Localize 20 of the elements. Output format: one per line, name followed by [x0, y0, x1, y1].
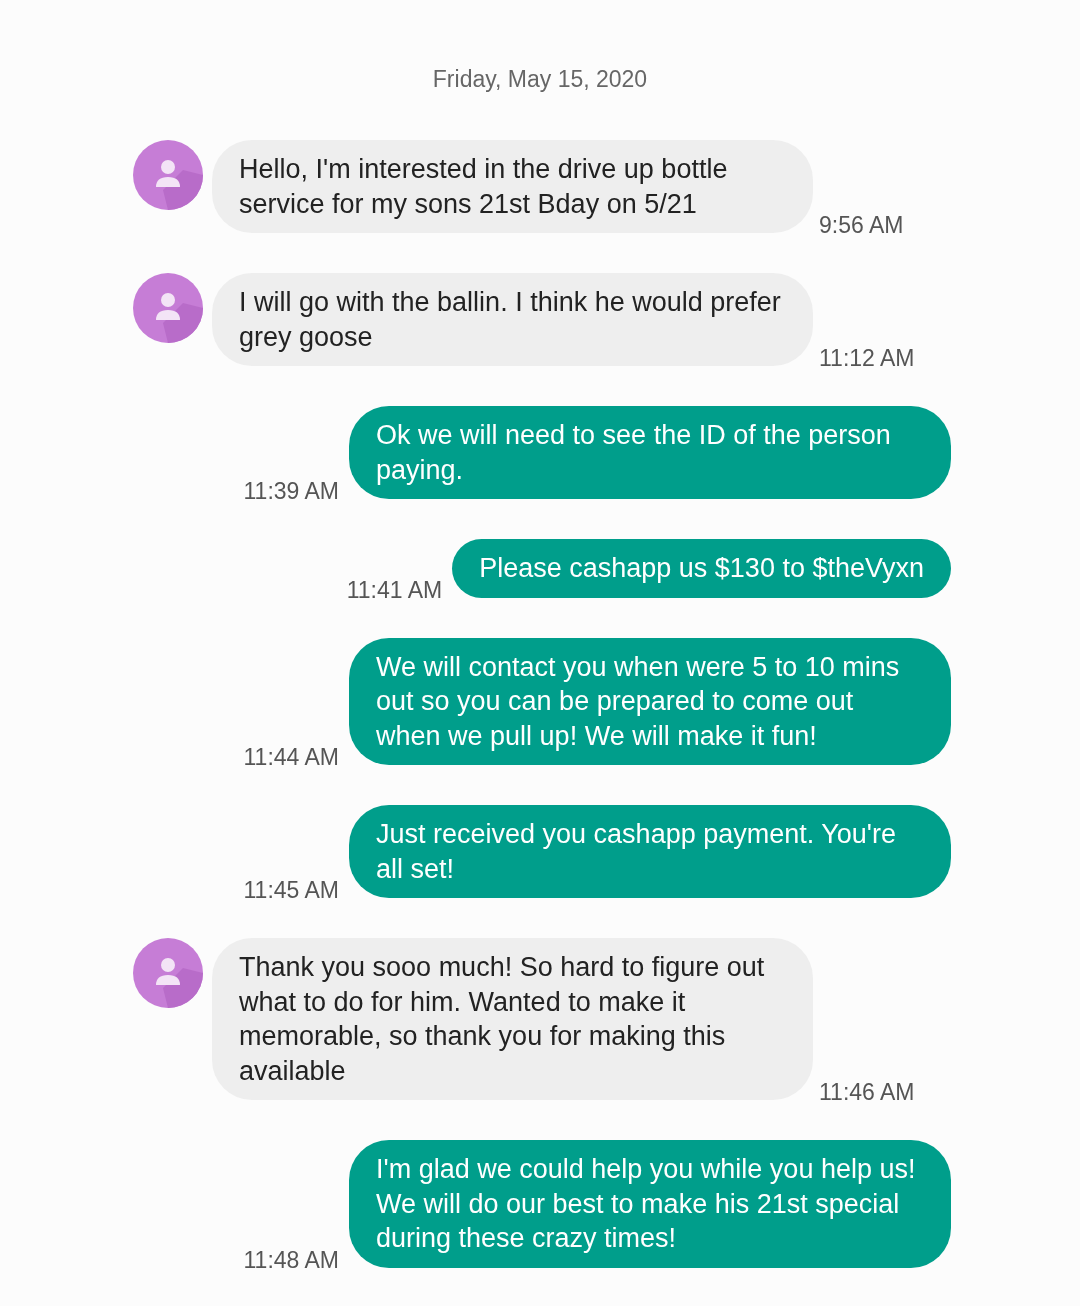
message-bubble: I'm glad we could help you while you help us! We will do our best to make his 21st special during these crazy times! [349, 1140, 951, 1268]
message-bubble: We will contact you when were 5 to 10 mins out so you can be prepared to come out when we pull up! We will make it fun! [349, 637, 951, 765]
avatar-icon [133, 140, 203, 210]
timestamp: 11:46 AM [819, 1079, 915, 1106]
message-bubble: I will go with the ballin. I think he would prefer grey goose [212, 273, 813, 366]
timestamp: 11:39 AM [243, 478, 339, 505]
timestamp: 11:45 AM [243, 877, 339, 904]
date-header: Friday, May 15, 2020 [431, 66, 649, 93]
message-bubble: Hello, I'm interested in the drive up bottle service for my sons 21st Bday on 5/21 [212, 140, 813, 233]
message-bubble: Just received you cashapp payment. You're all set! [349, 805, 951, 898]
avatar-icon [133, 273, 203, 343]
message-bubble: Thank you sooo much! So hard to figure out what to do for him. Wanted to make it memorable, so thank you for making this available [212, 938, 813, 1100]
message-bubble: Please cashapp us $130 to $theVyxn [452, 539, 951, 598]
timestamp: 11:41 AM [346, 576, 443, 604]
timestamp: 11:48 AM [243, 1246, 339, 1274]
timestamp: 11:44 AM [243, 744, 339, 771]
timestamp: 9:56 AM [819, 212, 904, 239]
avatar-icon [133, 938, 203, 1008]
timestamp: 11:12 AM [819, 345, 915, 372]
message-bubble: Ok we will need to see the ID of the person paying. [349, 406, 951, 499]
